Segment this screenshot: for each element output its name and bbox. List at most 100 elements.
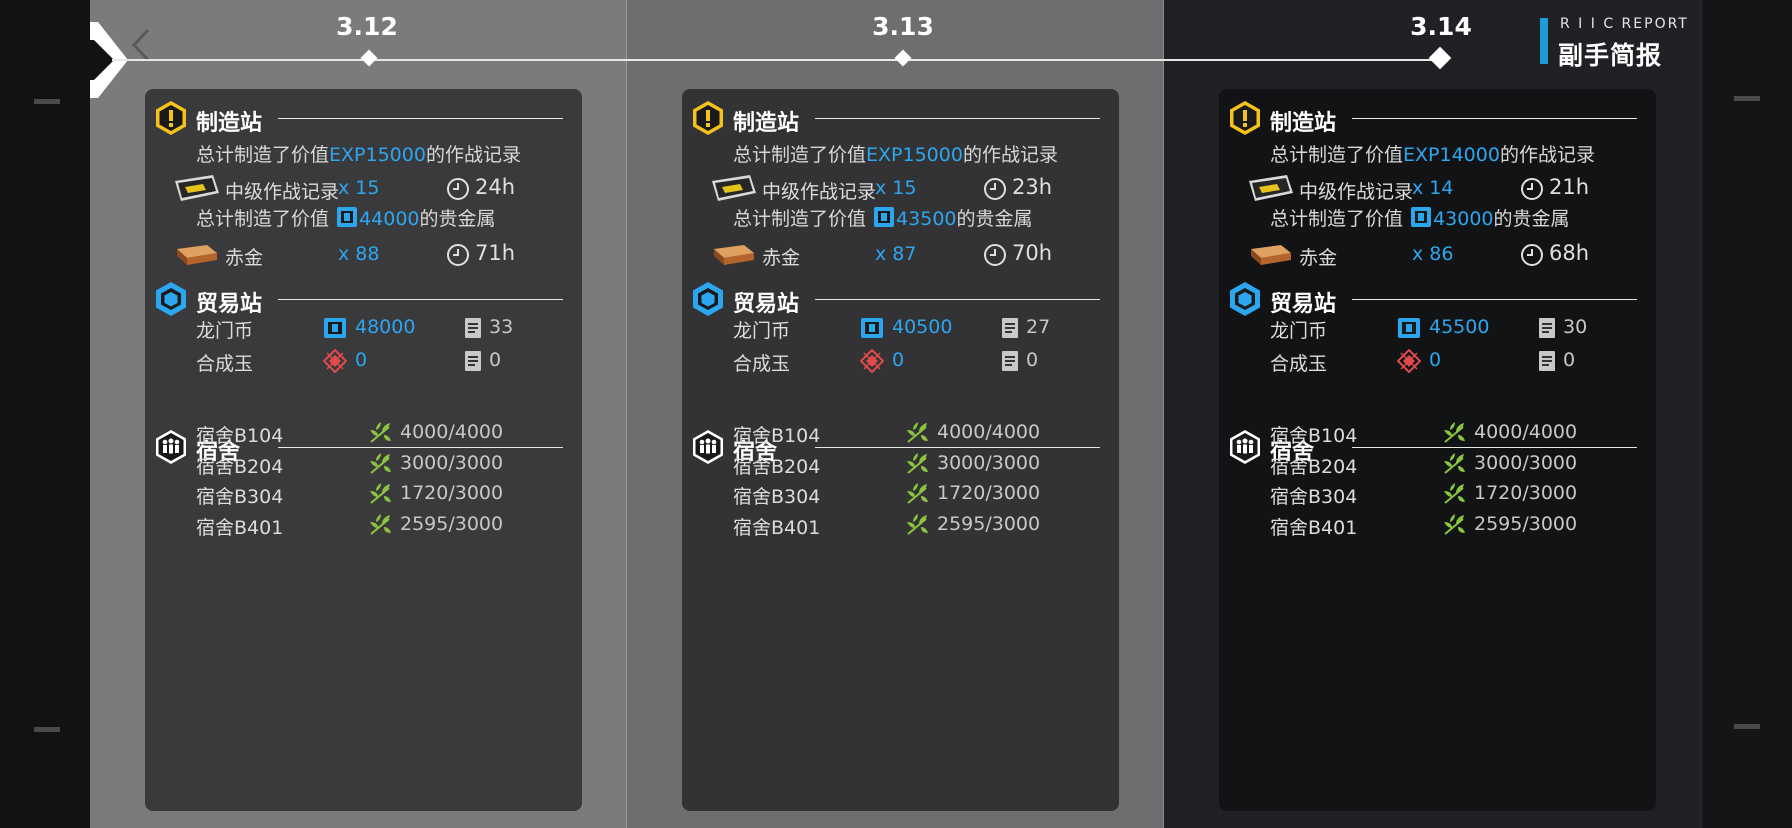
timeline-line xyxy=(112,59,1442,61)
dorm-room-row: 宿舍B104 4000/4000 xyxy=(733,417,1163,449)
trade-icon xyxy=(156,282,186,316)
manufacture-header: 制造站 xyxy=(153,100,563,136)
mood-leaf-icon xyxy=(907,513,928,535)
orundum-name: 合成玉 xyxy=(196,353,254,375)
dorm-room-name: 宿舍B304 xyxy=(1270,486,1358,508)
section-divider xyxy=(278,299,563,300)
dorm-room-name: 宿舍B401 xyxy=(1270,516,1358,539)
pure-gold-time: 71h xyxy=(475,241,516,265)
dorm-room-mood: 3000/3000 xyxy=(937,451,1041,474)
clock-icon xyxy=(447,178,469,200)
exp-summary: 总计制造了价值EXP15000的作战记录 xyxy=(733,140,1058,167)
pure-gold-item-icon xyxy=(714,245,754,265)
dorm-room-name: 宿舍B204 xyxy=(196,455,284,478)
dorm-room-row: 宿舍B204 3000/3000 xyxy=(1270,448,1700,480)
gold-value: 43000 xyxy=(1433,208,1494,230)
dorm-room-row: 宿舍B204 3000/3000 xyxy=(733,448,1163,480)
battle-record-item-icon xyxy=(1249,175,1293,201)
pure-gold-row: 赤金 x 88 71h xyxy=(173,239,603,271)
pure-gold-time: 70h xyxy=(1012,241,1053,265)
clock-icon xyxy=(1521,178,1543,200)
dorm-room-mood: 4000/4000 xyxy=(1474,421,1578,443)
exp-prefix: 总计制造了价值 xyxy=(1270,144,1404,166)
dorm-room-mood: 1720/3000 xyxy=(1474,482,1578,504)
dorm-room-row: 宿舍B401 2595/3000 xyxy=(196,509,626,541)
dorm-room-mood: 3000/3000 xyxy=(1474,451,1578,474)
mood-leaf-icon xyxy=(907,422,928,443)
lmd-orders: 30 xyxy=(1563,316,1588,338)
pure-gold-qty: x 86 xyxy=(1412,243,1454,265)
dorm-room-mood: 2595/3000 xyxy=(937,512,1041,535)
dorm-room-row: 宿舍B304 1720/3000 xyxy=(196,478,626,510)
orundum-orders: 0 xyxy=(489,349,502,371)
dorm-room-row: 宿舍B304 1720/3000 xyxy=(733,478,1163,510)
section-title: 制造站 xyxy=(733,111,800,136)
gold-summary: 总计制造了价值 43500的贵金属 xyxy=(733,204,1033,231)
left-frame xyxy=(0,0,92,828)
mood-leaf-icon xyxy=(907,452,928,474)
pure-gold-row: 赤金 x 86 68h xyxy=(1247,239,1677,271)
orundum-orders: 0 xyxy=(1026,349,1039,371)
currency-icon xyxy=(874,207,895,227)
gold-value: 44000 xyxy=(359,208,420,230)
gold-value: 43500 xyxy=(896,208,957,230)
pure-gold-name: 赤金 xyxy=(1299,247,1338,269)
lmd-name: 龙门币 xyxy=(1270,320,1328,342)
exp-prefix: 总计制造了价值 xyxy=(733,144,867,166)
battle-record-name: 中级作战记录 xyxy=(225,181,340,203)
exp-value: EXP14000 xyxy=(1403,144,1500,166)
exp-value: EXP15000 xyxy=(866,144,963,166)
exp-value: EXP15000 xyxy=(329,144,426,166)
order-doc-icon xyxy=(1539,318,1555,338)
frame-tick xyxy=(34,99,60,104)
battle-record-item-icon xyxy=(175,175,219,201)
section-divider xyxy=(278,118,563,119)
right-frame xyxy=(1700,0,1792,828)
mood-leaf-icon xyxy=(370,422,391,443)
dorm-room-mood: 1720/3000 xyxy=(400,482,504,504)
battle-record-qty: x 15 xyxy=(338,177,380,199)
manufacture-header: 制造站 xyxy=(690,100,1100,136)
frame-tick xyxy=(34,727,60,732)
mood-leaf-icon xyxy=(907,483,928,504)
lmd-value: 48000 xyxy=(355,316,416,338)
gold-suffix: 的贵金属 xyxy=(956,208,1033,230)
dorm-room-row: 宿舍B401 2595/3000 xyxy=(1270,509,1700,541)
lmd-orders: 27 xyxy=(1026,316,1051,338)
timeline-date[interactable]: 3.12 xyxy=(307,12,427,41)
manufacture-header: 制造站 xyxy=(1227,100,1637,136)
clock-icon xyxy=(984,178,1006,200)
trade-icon xyxy=(1230,282,1260,316)
orundum-icon xyxy=(1397,349,1421,373)
gold-suffix: 的贵金属 xyxy=(1493,208,1570,230)
battle-record-name: 中级作战记录 xyxy=(1299,181,1414,203)
lmd-value: 40500 xyxy=(892,316,953,338)
dorm-room-row: 宿舍B104 4000/4000 xyxy=(196,417,626,449)
dorm-room-mood: 2595/3000 xyxy=(1474,512,1578,535)
battle-record-name: 中级作战记录 xyxy=(762,181,877,203)
exp-prefix: 总计制造了价值 xyxy=(196,144,330,166)
exp-summary: 总计制造了价值EXP14000的作战记录 xyxy=(1270,140,1595,167)
order-doc-icon xyxy=(465,318,481,338)
mood-leaf-icon xyxy=(370,483,391,504)
dorm-room-name: 宿舍B401 xyxy=(733,516,821,539)
lmd-row: 龙门币 40500 27 xyxy=(733,312,1163,344)
timeline-date[interactable]: 3.13 xyxy=(843,12,963,41)
dorm-room-name: 宿舍B304 xyxy=(733,486,821,508)
timeline-date[interactable]: 3.14 xyxy=(1381,12,1501,41)
pure-gold-qty: x 88 xyxy=(338,243,380,265)
gold-summary: 总计制造了价值 43000的贵金属 xyxy=(1270,204,1570,231)
lmd-currency-icon xyxy=(1398,318,1420,338)
dorm-room-mood: 3000/3000 xyxy=(400,451,504,474)
dorm-room-name: 宿舍B204 xyxy=(733,455,821,478)
lmd-orders: 33 xyxy=(489,316,514,338)
clock-icon xyxy=(1521,244,1543,266)
orundum-row: 合成玉 0 0 xyxy=(196,345,626,377)
pure-gold-name: 赤金 xyxy=(225,247,264,269)
exp-suffix: 的作战记录 xyxy=(425,144,521,166)
orundum-icon xyxy=(860,349,884,373)
pure-gold-time: 68h xyxy=(1549,241,1590,265)
order-doc-icon xyxy=(1539,351,1555,371)
report-title-cn: 副手简报 xyxy=(1558,41,1663,70)
lmd-name: 龙门币 xyxy=(733,320,791,342)
